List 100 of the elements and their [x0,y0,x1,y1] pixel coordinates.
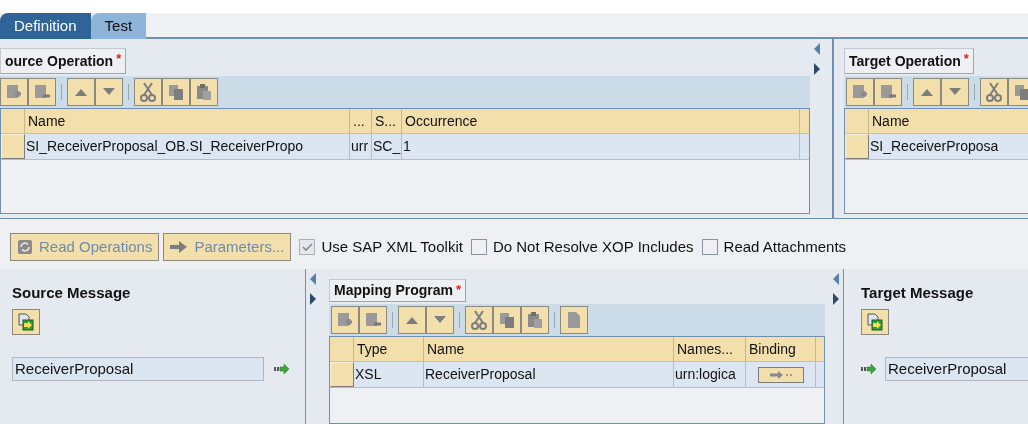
table-cell: ReceiverProposal [424,362,674,387]
column-header: Name [869,109,1028,133]
expand-right-icon[interactable] [833,293,839,305]
message-field[interactable]: ReceiverProposal [885,356,1028,381]
toolbar-button[interactable] [560,306,588,334]
row-selector[interactable] [845,134,869,159]
required-marker: * [456,281,462,299]
scissors-icon [471,310,487,330]
binding-button[interactable] [757,366,804,383]
toolbar-button[interactable] [331,306,359,334]
expand-right-icon[interactable] [814,63,820,75]
collapse-left-icon[interactable] [310,273,316,285]
table-cell: 1 [402,134,800,159]
required-marker: * [116,50,122,68]
select-message-button[interactable] [861,308,889,335]
toolbar-button[interactable] [426,306,454,334]
table-cell: urn:logica [674,362,746,387]
table-cell: SI_ReceiverProposa [869,134,1028,159]
column-header: Binding [746,337,816,361]
toolbar-button[interactable] [913,78,941,106]
row-selector[interactable] [1,134,25,159]
refresh-icon [17,239,33,255]
copy-icon [1013,83,1028,101]
add-row-icon [336,311,354,329]
checkbox[interactable] [470,239,487,255]
add-row-icon [851,83,869,101]
scissors-icon [986,82,1002,102]
toolbar-button[interactable] [95,78,123,106]
down-triangle-icon [102,87,116,97]
toolbar-button[interactable] [0,78,28,106]
row-selector[interactable] [330,362,354,387]
expand-right-icon[interactable] [310,293,316,305]
add-row-icon [5,83,23,101]
select-message-button[interactable] [12,308,40,335]
arrow-right-icon [274,363,290,374]
toolbar-button[interactable] [521,306,549,334]
table-cell: XSL [354,362,424,387]
section-title: Mapping Program [334,281,453,300]
toolbar-button[interactable] [28,78,56,106]
toolbar-button[interactable] [398,306,426,334]
up-triangle-icon [920,87,934,97]
up-triangle-icon [405,315,419,325]
section-title: ource Operation [5,51,114,71]
toolbar-button[interactable] [465,306,493,334]
header-cell [1,109,25,133]
remove-row-icon [879,83,897,101]
header-cell [800,109,809,133]
section-title: Target Message [861,283,975,303]
column-header: ... [350,109,372,133]
table-cell: SC_ [372,134,402,159]
toolbar-button[interactable] [67,78,95,106]
checkbox-label: Use SAP XML Toolkit [321,236,463,257]
toolbar-button[interactable] [134,78,162,106]
document-icon [567,311,581,329]
header-cell [816,337,824,361]
header-cell [330,337,354,361]
up-triangle-icon [74,87,88,97]
copy-icon [498,311,516,329]
collapse-left-icon[interactable] [833,273,839,285]
column-header: Names... [674,337,746,361]
section-title: Source Message [12,283,132,303]
toolbar-button[interactable] [846,78,874,106]
document-arrow-icon [18,312,34,331]
header-cell [845,109,869,133]
down-triangle-icon [948,87,962,97]
toolbar-button[interactable] [941,78,969,106]
column-header: Occurrence [402,109,800,133]
checkbox-label: Do Not Resolve XOP Includes [492,236,694,257]
column-header: Name [25,109,350,133]
paste-icon [195,83,213,101]
checkbox[interactable] [701,239,718,255]
required-marker: * [963,50,969,68]
tab[interactable]: Definition [0,13,91,39]
toolbar-button[interactable] [162,78,190,106]
toolbar-button[interactable] [190,78,218,106]
document-arrow-icon [867,312,883,331]
scissors-icon [140,82,156,102]
arrow-right-icon [769,370,792,379]
section-title: Target Operation [849,51,961,71]
remove-row-icon [364,311,382,329]
toolbar-button[interactable] [359,306,387,334]
table-cell: SI_ReceiverProposal_OB.SI_ReceiverPropo [25,134,350,159]
table-cell: urr [350,134,372,159]
toolbar-button[interactable] [1008,78,1028,106]
toolbar-button[interactable] [493,306,521,334]
collapse-left-icon[interactable] [814,43,820,55]
checkbox-label: Read Attachments [723,236,847,257]
arrow-right-icon [861,363,877,374]
remove-row-icon [33,83,51,101]
column-header: Type [354,337,424,361]
column-header: Name [424,337,674,361]
checkmark-icon [301,242,313,252]
toolbar-button[interactable] [980,78,1008,106]
tab[interactable]: Test [90,13,147,39]
copy-icon [167,83,185,101]
toolbar-button[interactable] [874,78,902,106]
down-triangle-icon [433,315,447,325]
message-field[interactable]: ReceiverProposal [12,356,264,381]
paste-icon [526,311,544,329]
arrow-right-icon [170,241,189,253]
